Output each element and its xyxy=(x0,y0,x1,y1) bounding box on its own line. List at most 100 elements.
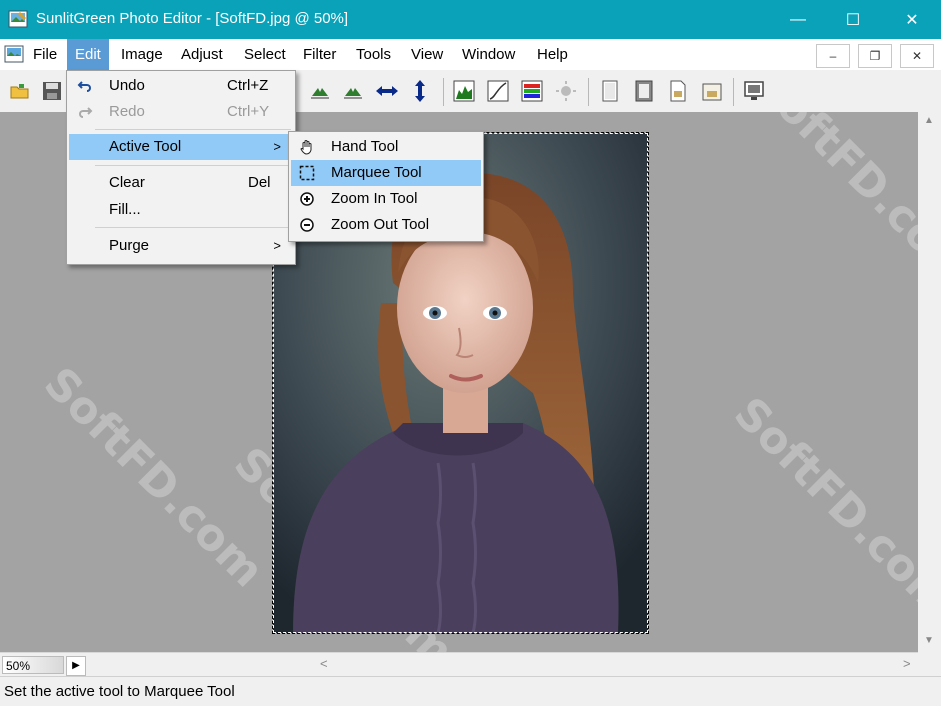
horizontal-scrollbar[interactable]: 50% ▶ < > xyxy=(0,652,918,677)
menu-edit[interactable]: Edit xyxy=(67,39,109,70)
scroll-down-icon[interactable]: ▼ xyxy=(924,635,934,646)
histogram-icon xyxy=(453,80,475,102)
active-tool-submenu: Hand Tool Marquee Tool Zoom In Tool Zoom… xyxy=(288,131,484,242)
resize-horizontal-button[interactable] xyxy=(375,79,399,103)
scroll-right-icon[interactable]: > xyxy=(903,656,911,671)
status-bar: Set the active tool to Marquee Tool xyxy=(0,676,941,706)
zoom-out-icon xyxy=(300,218,314,232)
menu-filter[interactable]: Filter xyxy=(295,39,344,70)
menu-item-zoom-in-tool[interactable]: Zoom In Tool xyxy=(291,186,481,212)
mirror-icon xyxy=(344,88,362,99)
color-bars-icon xyxy=(521,80,543,102)
menu-item-fill[interactable]: Fill... xyxy=(69,197,293,223)
menu-item-clear[interactable]: Clear Del xyxy=(69,170,293,196)
mdi-minimize-icon: – xyxy=(829,49,837,63)
menu-window[interactable]: Window xyxy=(454,39,523,70)
canvas-icon xyxy=(602,80,618,102)
document-icon[interactable] xyxy=(4,45,24,63)
flip-right-button[interactable] xyxy=(341,79,365,103)
hand-icon xyxy=(300,140,312,155)
zoom-out-tool-label: Zoom Out Tool xyxy=(331,216,430,233)
menu-select[interactable]: Select xyxy=(236,39,294,70)
resize-vertical-button[interactable] xyxy=(408,79,432,103)
undo-label: Undo xyxy=(109,77,145,94)
flip-left-button[interactable] xyxy=(308,79,332,103)
scroll-up-icon[interactable]: ▲ xyxy=(924,115,934,126)
border-icon xyxy=(635,80,653,102)
levels-button[interactable] xyxy=(452,79,476,103)
zoom-level-field[interactable]: 50% xyxy=(2,656,64,674)
menu-tools[interactable]: Tools xyxy=(348,39,399,70)
menu-item-zoom-out-tool[interactable]: Zoom Out Tool xyxy=(291,212,481,238)
window-title: SunlitGreen Photo Editor - [SoftFD.jpg @… xyxy=(36,10,349,27)
save-button[interactable] xyxy=(40,79,64,103)
fit-window-icon xyxy=(702,83,722,101)
fit-window-button[interactable] xyxy=(700,79,724,103)
menu-item-hand-tool[interactable]: Hand Tool xyxy=(291,134,481,160)
menu-adjust[interactable]: Adjust xyxy=(173,39,231,70)
hand-tool-label: Hand Tool xyxy=(331,138,399,155)
curves-icon xyxy=(487,80,509,102)
title-bar: SunlitGreen Photo Editor - [SoftFD.jpg @… xyxy=(0,0,941,39)
close-button[interactable]: ✕ xyxy=(885,0,939,39)
color-balance-button[interactable] xyxy=(520,79,544,103)
vertical-scrollbar[interactable]: ▲ ▼ xyxy=(918,112,941,652)
watermark: SoftFD.com xyxy=(744,112,918,298)
menu-item-purge[interactable]: Purge > xyxy=(69,233,293,259)
menu-separator xyxy=(95,165,291,166)
brightness-icon xyxy=(556,81,576,101)
maximize-button[interactable]: ☐ xyxy=(826,0,880,39)
mdi-close-icon: ✕ xyxy=(911,49,923,63)
menu-item-redo[interactable]: Redo Ctrl+Y xyxy=(69,99,293,125)
purge-label: Purge xyxy=(109,237,150,254)
menu-item-marquee-tool[interactable]: Marquee Tool xyxy=(291,160,481,186)
open-folder-icon xyxy=(10,84,29,99)
watermark: SoftFD.com xyxy=(724,387,918,628)
menu-item-active-tool[interactable]: Active Tool > xyxy=(69,134,293,160)
menu-image[interactable]: Image xyxy=(113,39,171,70)
zoom-in-tool-label: Zoom In Tool xyxy=(331,190,418,207)
app-icon xyxy=(8,10,28,28)
zoom-in-icon xyxy=(300,192,314,206)
submenu-arrow-icon: > xyxy=(273,139,281,154)
mdi-restore-button[interactable]: ❐ xyxy=(858,44,892,68)
toolbar-separator xyxy=(588,78,589,106)
border-button[interactable] xyxy=(632,79,656,103)
play-arrow-icon: ▶ xyxy=(72,660,80,671)
mdi-restore-icon: ❐ xyxy=(869,49,881,63)
flip-icon xyxy=(311,88,329,99)
fill-label: Fill... xyxy=(109,201,141,218)
zoom-level-value: 50% xyxy=(6,659,31,673)
undo-shortcut: Ctrl+Z xyxy=(227,77,269,94)
clear-shortcut: Del xyxy=(248,174,271,191)
vertical-arrows-icon xyxy=(415,80,425,102)
brightness-button[interactable] xyxy=(554,79,578,103)
menu-view[interactable]: View xyxy=(403,39,451,70)
toolbar-separator xyxy=(733,78,734,106)
minimize-icon: — xyxy=(790,10,806,28)
actual-size-icon xyxy=(670,80,686,102)
mdi-close-button[interactable]: ✕ xyxy=(900,44,934,68)
toolbar-separator xyxy=(443,78,444,106)
full-screen-button[interactable] xyxy=(742,79,766,103)
curves-button[interactable] xyxy=(486,79,510,103)
save-icon xyxy=(43,82,61,100)
marquee-tool-label: Marquee Tool xyxy=(331,164,422,181)
watermark: SoftFD.com xyxy=(34,357,274,598)
edit-menu: Undo Ctrl+Z Redo Ctrl+Y Active Tool > Cl… xyxy=(66,70,296,265)
minimize-button[interactable]: — xyxy=(771,0,825,39)
menu-file[interactable]: File xyxy=(25,39,65,70)
marquee-icon xyxy=(299,165,315,181)
menu-bar: File Edit Image Adjust Select Filter Too… xyxy=(0,39,941,70)
open-button[interactable] xyxy=(8,79,32,103)
menu-item-undo[interactable]: Undo Ctrl+Z xyxy=(69,73,293,99)
mdi-minimize-button[interactable]: – xyxy=(816,44,850,68)
actual-size-button[interactable] xyxy=(666,79,690,103)
menu-help[interactable]: Help xyxy=(529,39,576,70)
zoom-menu-button[interactable]: ▶ xyxy=(66,656,86,676)
undo-icon xyxy=(77,81,91,92)
redo-icon xyxy=(79,107,93,118)
clear-label: Clear xyxy=(109,174,145,191)
canvas-size-button[interactable] xyxy=(598,79,622,103)
scroll-left-icon[interactable]: < xyxy=(320,656,328,671)
